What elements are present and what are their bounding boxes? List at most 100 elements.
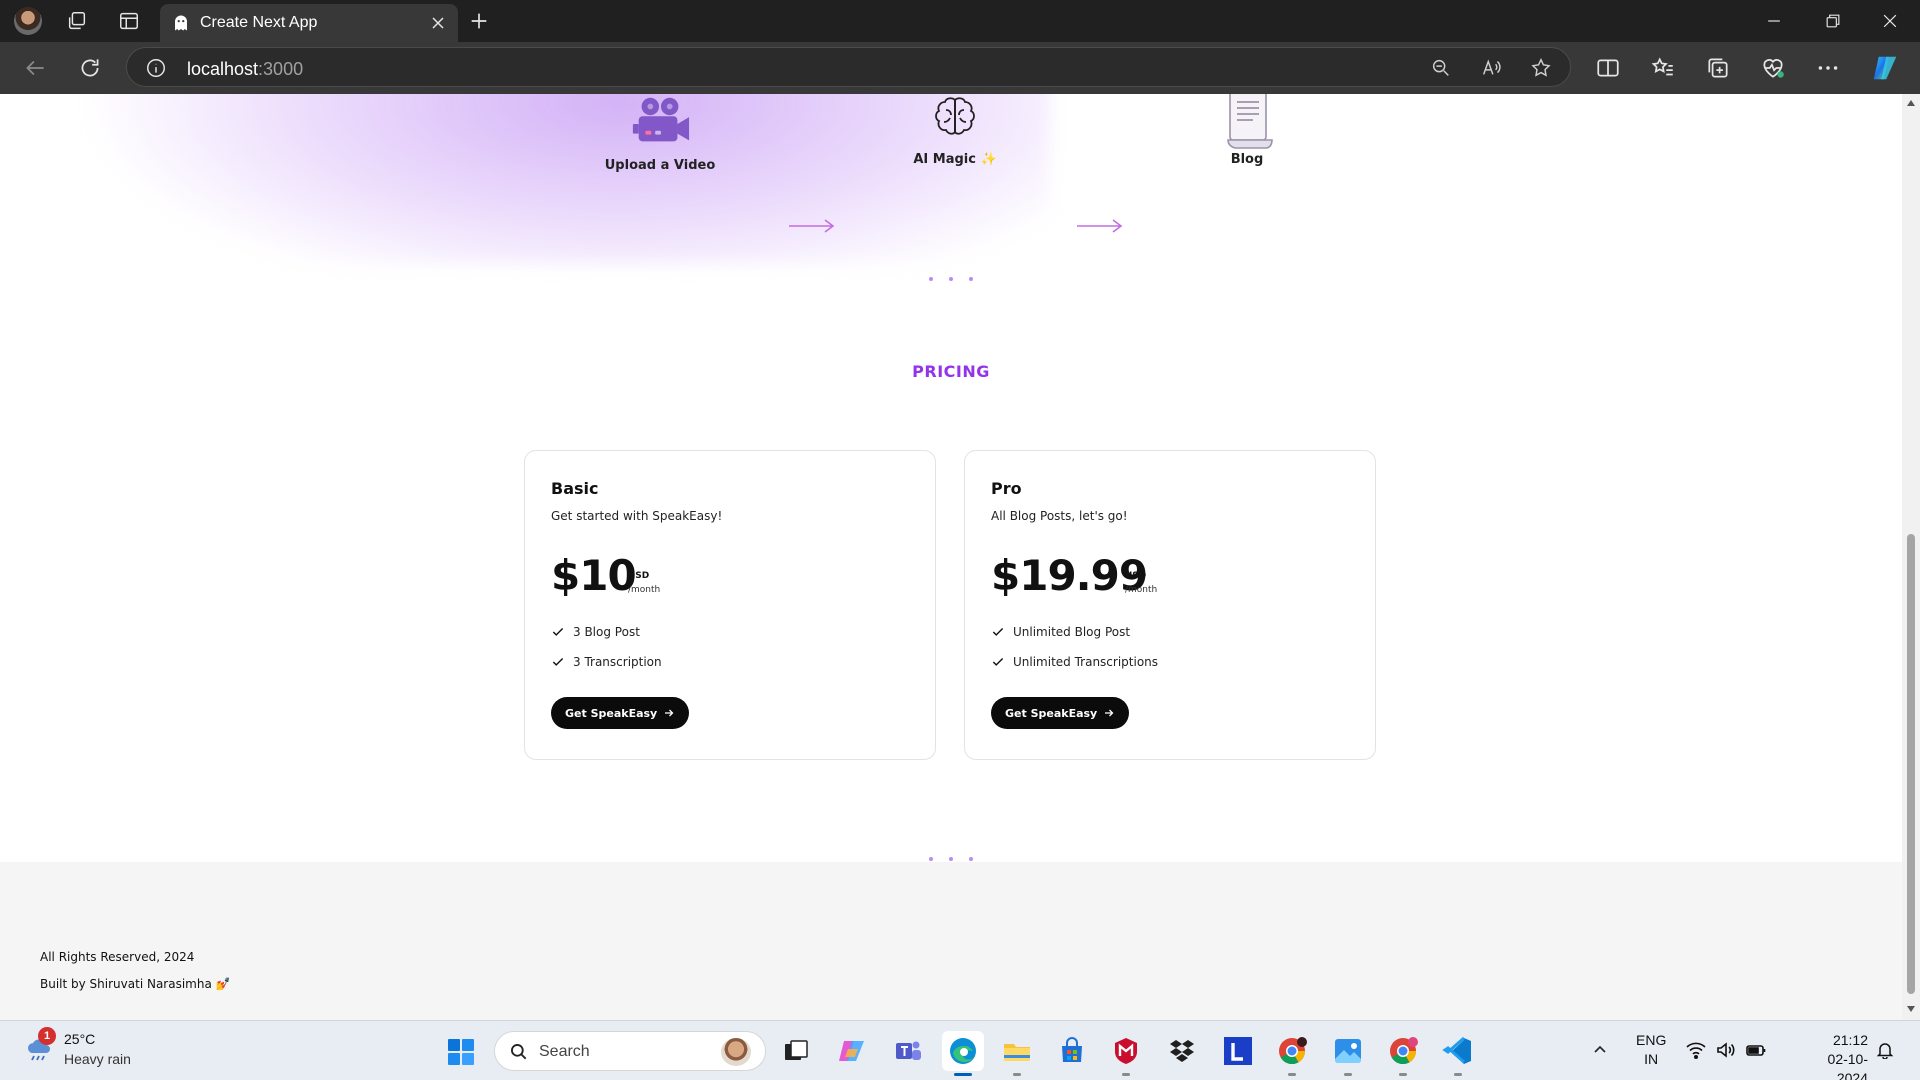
chrome-icon[interactable] — [1276, 1035, 1308, 1067]
weather-temperature[interactable]: 25°C — [64, 1031, 95, 1047]
plan-name: Basic — [551, 479, 599, 498]
windows-taskbar: 1 25°C Heavy rain Search ENG IN 21:12 02… — [0, 1020, 1920, 1080]
volume-icon[interactable] — [1716, 1041, 1736, 1059]
taskbar-search[interactable]: Search — [494, 1031, 766, 1071]
plan-price: $19.99 — [991, 551, 1148, 600]
plan-period: /month — [1125, 585, 1158, 595]
profile-avatar[interactable] — [14, 7, 42, 35]
close-tab-icon[interactable] — [428, 13, 448, 33]
section-divider-dots — [929, 848, 989, 861]
show-hidden-icons-chevron-icon[interactable] — [1592, 1041, 1608, 1057]
l-app-icon[interactable] — [1222, 1035, 1254, 1067]
notification-bell-icon[interactable] — [1876, 1041, 1894, 1059]
refresh-icon[interactable] — [77, 55, 103, 81]
teams-icon[interactable] — [892, 1035, 924, 1067]
url-text[interactable]: localhost:3000 — [187, 59, 303, 80]
running-indicator — [1013, 1073, 1021, 1076]
new-tab-plus-icon[interactable] — [468, 10, 490, 32]
plan-period: /month — [628, 585, 661, 595]
collections-icon[interactable] — [1705, 55, 1731, 81]
running-indicator — [1399, 1073, 1407, 1076]
footer-copyright: All Rights Reserved, 2024 — [40, 950, 195, 964]
footer-credit: Built by Shiruvati Narasimha 💅 — [40, 977, 231, 991]
arrow-right-icon — [1105, 709, 1114, 717]
checkmark-icon — [552, 658, 564, 666]
cta-label: Get SpeakEasy — [565, 706, 658, 720]
plan-feature-text: Unlimited Transcriptions — [1013, 655, 1159, 669]
get-speakeasy-pro-button[interactable]: Get SpeakEasy — [991, 697, 1130, 729]
copilot-app-icon[interactable] — [836, 1035, 868, 1067]
edge-icon[interactable] — [947, 1035, 979, 1067]
plan-price: $10 — [551, 551, 637, 600]
running-indicator — [1344, 1073, 1352, 1076]
page-viewport: Upload a Video AI Magic ✨ Blog PRICING B… — [0, 94, 1902, 1020]
microsoft-store-icon[interactable] — [1056, 1035, 1088, 1067]
browser-essentials-icon[interactable] — [1760, 55, 1786, 81]
close-window-icon[interactable] — [1880, 11, 1900, 31]
workspaces-icon[interactable] — [66, 10, 88, 32]
checkmark-icon — [992, 628, 1004, 636]
back-arrow-icon[interactable] — [22, 55, 48, 81]
flow-step-upload: Upload a Video — [600, 94, 720, 173]
vertical-tabs-icon[interactable] — [118, 10, 140, 32]
url-host: localhost — [187, 59, 259, 79]
scroll-down-arrow-icon[interactable] — [1906, 1004, 1916, 1014]
page-footer: All Rights Reserved, 2024 Built by Shiru… — [0, 862, 1902, 1020]
plan-currency: USD — [628, 571, 650, 581]
battery-icon[interactable] — [1746, 1041, 1766, 1059]
minimize-window-icon[interactable] — [1764, 11, 1784, 31]
plan-name: Pro — [991, 479, 1022, 498]
flow-arrow-icon — [1077, 219, 1123, 233]
document-icon — [1227, 94, 1273, 149]
photos-icon[interactable] — [1332, 1035, 1364, 1067]
cta-label: Get SpeakEasy — [1005, 706, 1098, 720]
pricing-heading: PRICING — [912, 362, 990, 381]
flow-step-label: Blog — [1230, 152, 1264, 167]
running-indicator-active — [954, 1073, 972, 1076]
arrow-right-icon — [665, 709, 674, 717]
file-explorer-icon[interactable] — [1001, 1035, 1033, 1067]
dropbox-icon[interactable] — [1166, 1035, 1198, 1067]
browser-title-bar: Create Next App — [0, 0, 1920, 42]
favorite-star-icon[interactable] — [1530, 57, 1552, 79]
flow-step-ai: AI Magic ✨ — [895, 94, 1015, 167]
favorites-list-icon[interactable] — [1650, 55, 1676, 81]
chrome-profile-icon[interactable] — [1387, 1035, 1419, 1067]
page-scrollbar[interactable] — [1902, 94, 1920, 1020]
browser-tab-active[interactable]: Create Next App — [160, 4, 458, 42]
clock-date: 02-10-2024 — [1827, 1051, 1868, 1080]
address-bar[interactable]: localhost:3000 — [126, 47, 1571, 87]
restore-window-icon[interactable] — [1823, 11, 1843, 31]
checkmark-icon — [992, 658, 1004, 666]
windows-start-icon[interactable] — [446, 1037, 476, 1067]
search-icon — [511, 1044, 527, 1060]
site-info-icon[interactable] — [145, 57, 167, 79]
split-screen-icon[interactable] — [1595, 55, 1621, 81]
wifi-icon[interactable] — [1686, 1041, 1706, 1059]
scroll-up-arrow-icon[interactable] — [1906, 98, 1916, 108]
clock[interactable]: 21:12 02-10-2024 — [1800, 1031, 1868, 1080]
mcafee-icon[interactable] — [1110, 1035, 1142, 1067]
plan-feature-text: Unlimited Blog Post — [1013, 625, 1131, 639]
section-divider-dots — [929, 268, 989, 281]
flow-step-label: AI Magic ✨ — [913, 152, 997, 167]
get-speakeasy-basic-button[interactable]: Get SpeakEasy — [551, 697, 690, 729]
brain-icon — [935, 97, 975, 135]
flow-step-blog: Blog — [1187, 94, 1307, 167]
checkmark-icon — [552, 628, 564, 636]
copilot-icon[interactable] — [1870, 53, 1900, 83]
task-view-icon[interactable] — [780, 1035, 812, 1067]
region-code: IN — [1644, 1051, 1659, 1067]
flow-step-label: Upload a Video — [604, 158, 716, 173]
video-camera-icon — [632, 97, 690, 142]
plan-currency: USD — [1125, 571, 1147, 581]
vscode-icon[interactable] — [1442, 1035, 1474, 1067]
zoom-out-icon[interactable] — [1430, 57, 1452, 79]
more-options-icon[interactable] — [1815, 55, 1841, 81]
pricing-card-basic: Basic Get started with SpeakEasy! $10 US… — [524, 450, 936, 760]
plan-feature-text: 3 Transcription — [573, 655, 662, 669]
read-aloud-icon[interactable] — [1480, 57, 1502, 79]
scrollbar-thumb[interactable] — [1907, 534, 1915, 994]
weather-description[interactable]: Heavy rain — [64, 1051, 131, 1067]
language-indicator[interactable]: ENG IN — [1636, 1031, 1666, 1069]
